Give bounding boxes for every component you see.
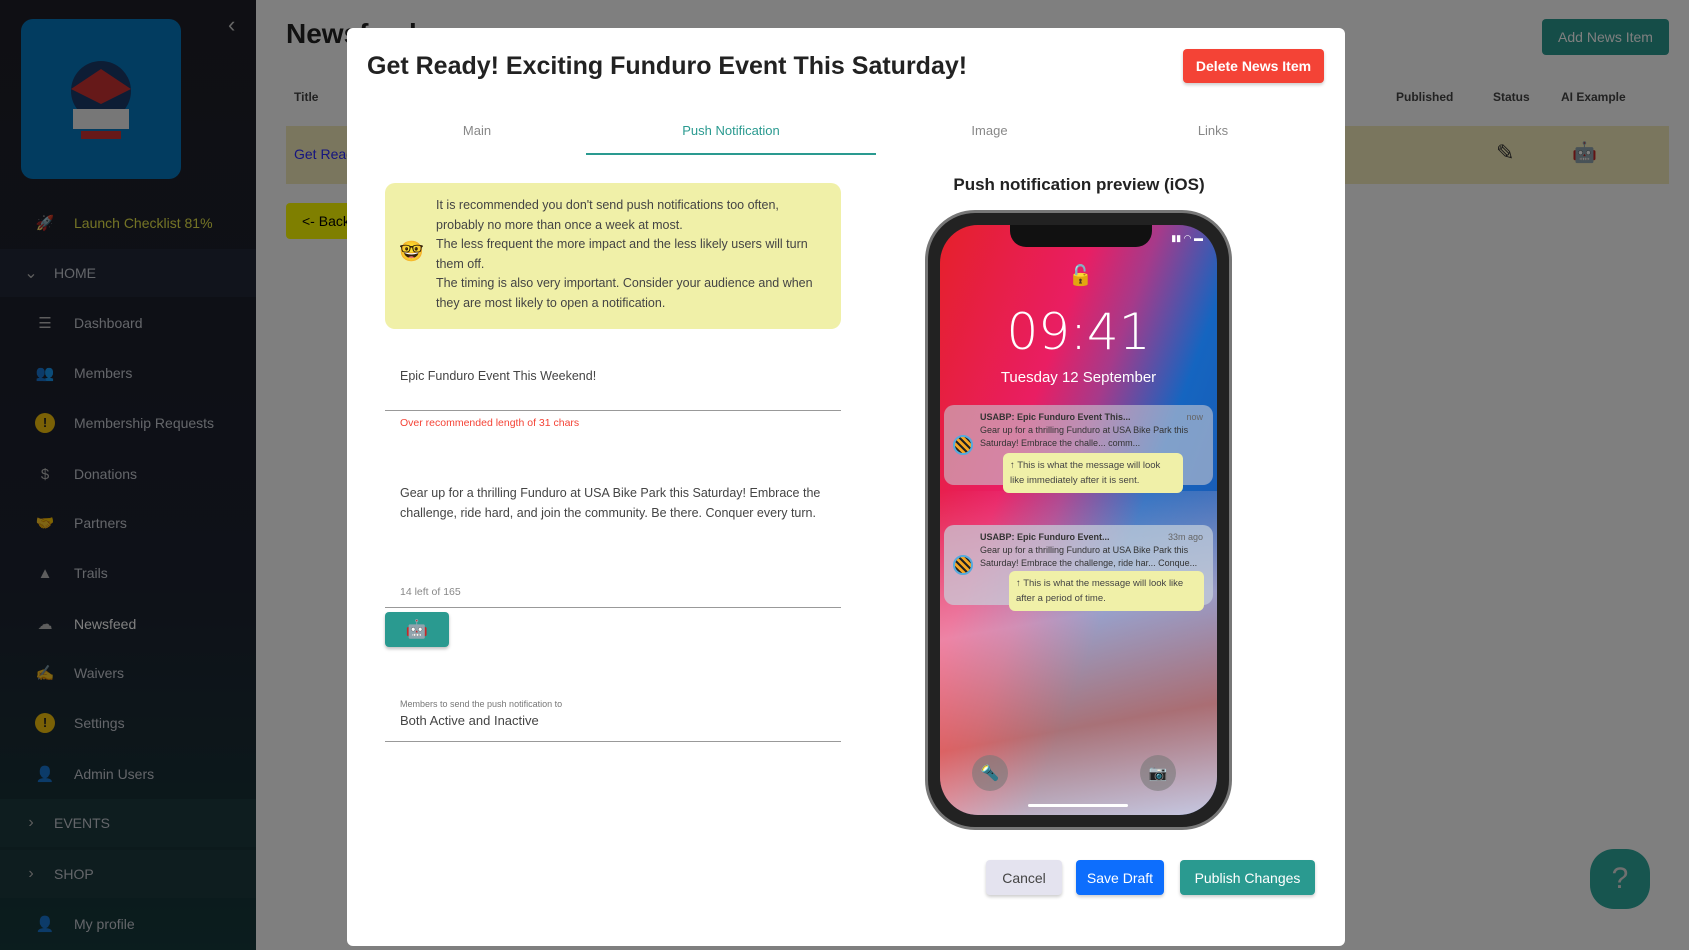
robot-refresh-icon: 🤖 [405, 619, 429, 639]
tab-push-notification[interactable]: Push Notification [586, 123, 876, 138]
modal-title: Get Ready! Exciting Funduro Event This S… [367, 52, 968, 80]
help-button[interactable]: ? [1590, 849, 1650, 909]
app-icon [953, 435, 973, 455]
iphone-preview: ▮▮ ◠ ▬ 🔓 09:41 Tuesday 12 September USAB… [925, 210, 1232, 830]
members-select[interactable]: Members to send the push notification to… [385, 669, 841, 742]
delete-news-item-button[interactable]: Delete News Item [1183, 49, 1324, 83]
flashlight-icon: 🔦 [972, 755, 1008, 791]
lock-time: 09:41 [1006, 303, 1151, 361]
arrow-up-icon: ↑ [1010, 460, 1015, 471]
character-counter: 14 left of 165 [400, 586, 461, 598]
tab-links[interactable]: Links [1122, 123, 1304, 138]
status-bar-icons: ▮▮ ◠ ▬ [1171, 233, 1203, 243]
push-tip-box: 🤓 It is recommended you don't send push … [385, 183, 841, 329]
title-length-error: Over recommended length of 31 chars [400, 417, 580, 429]
active-tab-indicator [586, 153, 876, 155]
note-later: ↑ This is what the message will look lik… [1009, 571, 1204, 611]
push-title-input[interactable]: Epic Funduro Event This Weekend! [385, 363, 841, 411]
members-select-value: Both Active and Inactive [400, 713, 539, 728]
nerd-face-icon: 🤓 [399, 241, 424, 263]
save-draft-button[interactable]: Save Draft [1076, 860, 1164, 895]
unlock-icon: 🔓 [1068, 265, 1093, 287]
ai-regenerate-button[interactable]: 🤖 [385, 612, 449, 647]
lock-screen: ▮▮ ◠ ▬ 🔓 09:41 Tuesday 12 September USAB… [940, 225, 1217, 815]
lock-date: Tuesday 12 September [1000, 369, 1157, 386]
note-immediate: ↑ This is what the message will look lik… [1003, 453, 1183, 493]
preview-title: Push notification preview (iOS) [953, 175, 1205, 194]
publish-changes-button[interactable]: Publish Changes [1180, 860, 1315, 895]
camera-icon: 📷 [1140, 755, 1176, 791]
app-icon [953, 555, 973, 575]
tab-main[interactable]: Main [387, 123, 567, 138]
tab-image[interactable]: Image [897, 123, 1082, 138]
edit-news-modal: Get Ready! Exciting Funduro Event This S… [347, 28, 1345, 946]
members-select-label: Members to send the push notification to [400, 699, 563, 709]
phone-notch [1010, 225, 1152, 247]
arrow-up-icon: ↑ [1016, 578, 1021, 589]
cancel-button[interactable]: Cancel [986, 860, 1062, 895]
home-indicator [1028, 804, 1128, 807]
